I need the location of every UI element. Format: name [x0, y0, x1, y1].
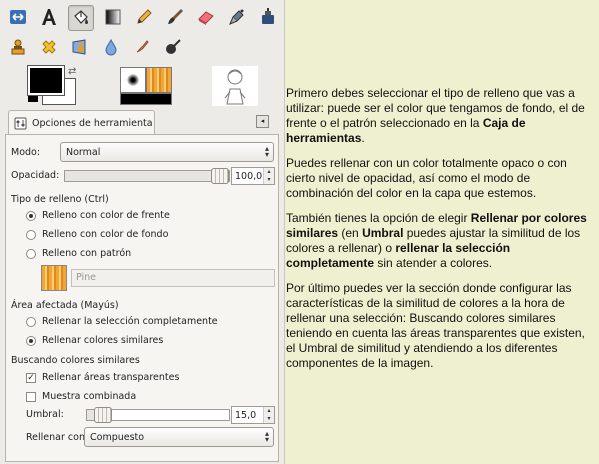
smudge-icon[interactable] — [130, 35, 154, 59]
brush-preview[interactable] — [120, 67, 146, 93]
p3-text-c: (en — [338, 226, 363, 240]
paragraph-4: Por último puedes ver la sección donde c… — [286, 281, 585, 370]
p1-end: . — [361, 131, 365, 145]
dodge-burn-icon[interactable] — [161, 35, 185, 59]
heal-icon[interactable] — [37, 35, 61, 59]
fill-by-value: Compuesto — [90, 431, 145, 443]
foreground-color-swatch[interactable] — [27, 65, 65, 96]
checkbox-transparent[interactable]: ✓ Rellenar áreas transparentes — [26, 372, 179, 383]
tool-options-panel: Modo: Normal ▴ ▾ Opacidad: 100,0 ▴ ▾ Tipo … — [5, 134, 279, 462]
gradient-preview[interactable] — [120, 93, 172, 105]
active-image-preview[interactable] — [212, 66, 258, 106]
ink-icon[interactable] — [256, 5, 280, 29]
radio-fill-similar[interactable]: Rellenar colores similares — [26, 335, 163, 346]
p3-text-a: También tienes la opción de elegir — [286, 211, 471, 225]
p3-bold-d: Umbral — [362, 226, 404, 240]
radio-fill-pattern[interactable]: Relleno con patrón — [26, 248, 131, 259]
opacity-value: 100,0 — [235, 170, 263, 182]
color-selector[interactable]: ⇄ — [27, 65, 88, 106]
toolbox-panel: ⇄ Opciones de herramienta ◂ Modo: Normal… — [0, 0, 285, 464]
threshold-slider[interactable] — [86, 407, 230, 423]
radio-fill-bg-label: Relleno con color de fondo — [42, 229, 169, 240]
radio-fill-selection-dot[interactable] — [26, 316, 36, 327]
similar-colors-label: Buscando colores similares — [11, 355, 140, 366]
tab-label: Opciones de herramienta — [32, 117, 153, 129]
pattern-preview[interactable] — [146, 67, 172, 93]
radio-fill-pattern-dot[interactable] — [26, 248, 36, 259]
checkbox-sample-merged[interactable]: Muestra combinada — [26, 391, 136, 402]
opacity-label: Opacidad: — [11, 170, 60, 181]
p1-text: Primero debes seleccionar el tipo de rel… — [286, 86, 585, 130]
radio-fill-fg[interactable]: Relleno con color de frente — [26, 210, 170, 221]
radio-fill-fg-label: Relleno con color de frente — [42, 210, 170, 221]
radio-fill-fg-dot[interactable] — [26, 210, 36, 221]
perspective-clone-icon[interactable] — [68, 35, 92, 59]
dock-tab-bar: Opciones de herramienta ◂ — [5, 108, 277, 135]
opacity-spinbutton[interactable]: 100,0 ▴ ▾ — [231, 167, 275, 185]
radio-fill-bg-dot[interactable] — [26, 229, 36, 240]
radio-fill-similar-label: Rellenar colores similares — [42, 335, 164, 346]
pencil-icon[interactable] — [132, 5, 156, 29]
checkbox-sample-merged-box[interactable] — [26, 391, 36, 402]
checkbox-sample-merged-label: Muestra combinada — [42, 391, 137, 402]
airbrush-icon[interactable] — [225, 5, 249, 29]
pattern-name-field[interactable]: Pine — [71, 269, 275, 287]
spin-arrows-icon[interactable]: ▴ ▾ — [263, 407, 274, 423]
explanation-text: Primero debes seleccionar el tipo de rel… — [286, 86, 592, 381]
threshold-value: 15,0 — [235, 409, 257, 421]
tab-tool-options[interactable]: Opciones de herramienta — [8, 110, 155, 135]
opacity-slider-handle[interactable] — [211, 168, 229, 184]
mode-value: Normal — [66, 146, 101, 158]
clone-icon[interactable] — [6, 35, 30, 59]
threshold-label: Umbral: — [26, 409, 64, 420]
p3-text-g: sin atender a colores. — [374, 256, 493, 270]
eraser-icon[interactable] — [194, 5, 218, 29]
pattern-swatch[interactable] — [41, 265, 67, 291]
fill-by-label: Rellenar con: — [26, 432, 89, 443]
radio-fill-selection[interactable]: Rellenar la selección completamente — [26, 316, 218, 327]
opacity-slider[interactable] — [64, 168, 230, 184]
tool-options-icon — [14, 117, 27, 129]
swap-colors-icon[interactable]: ⇄ — [68, 66, 76, 77]
text-tool-icon[interactable] — [37, 5, 61, 29]
paragraph-2: Puedes rellenar con un color totalmente … — [286, 156, 567, 200]
threshold-slider-handle[interactable] — [94, 407, 113, 423]
checkbox-transparent-label: Rellenar áreas transparentes — [42, 372, 180, 383]
blur-icon[interactable] — [99, 35, 123, 59]
combo-arrows-icon: ▴ ▾ — [264, 429, 269, 444]
tool-row-1 — [6, 5, 287, 31]
move-icon[interactable] — [6, 5, 30, 29]
combo-arrows-icon: ▴ ▾ — [264, 144, 269, 159]
affected-area-label: Área afectada (Mayús) — [11, 300, 119, 311]
pattern-selector: Pine — [41, 265, 275, 291]
checkbox-transparent-box[interactable]: ✓ — [26, 372, 36, 383]
paragraph-1: Primero debes seleccionar el tipo de rel… — [286, 86, 592, 146]
paragraph-3: También tienes la opción de elegir Relle… — [286, 211, 592, 271]
tab-menu-icon[interactable]: ◂ — [256, 115, 269, 128]
radio-fill-similar-dot[interactable] — [26, 335, 36, 346]
bucket-fill-icon[interactable] — [68, 5, 94, 31]
spin-arrows-icon[interactable]: ▴ ▾ — [263, 168, 274, 184]
fill-by-combo[interactable]: Compuesto ▴ ▾ — [84, 427, 274, 447]
mode-combo[interactable]: Normal ▴ ▾ — [60, 142, 274, 162]
threshold-spinbutton[interactable]: 15,0 ▴ ▾ — [231, 406, 275, 424]
mode-label: Modo: — [11, 147, 41, 158]
tool-row-2 — [6, 35, 192, 59]
fill-type-label: Tipo de relleno (Ctrl) — [11, 194, 109, 205]
blend-icon[interactable] — [101, 5, 125, 29]
radio-fill-selection-label: Rellenar la selección completamente — [42, 316, 218, 327]
radio-fill-pattern-label: Relleno con patrón — [42, 248, 132, 259]
opacity-slider-fill — [65, 171, 220, 181]
paintbrush-icon[interactable] — [163, 5, 187, 29]
radio-fill-bg[interactable]: Relleno con color de fondo — [26, 229, 168, 240]
